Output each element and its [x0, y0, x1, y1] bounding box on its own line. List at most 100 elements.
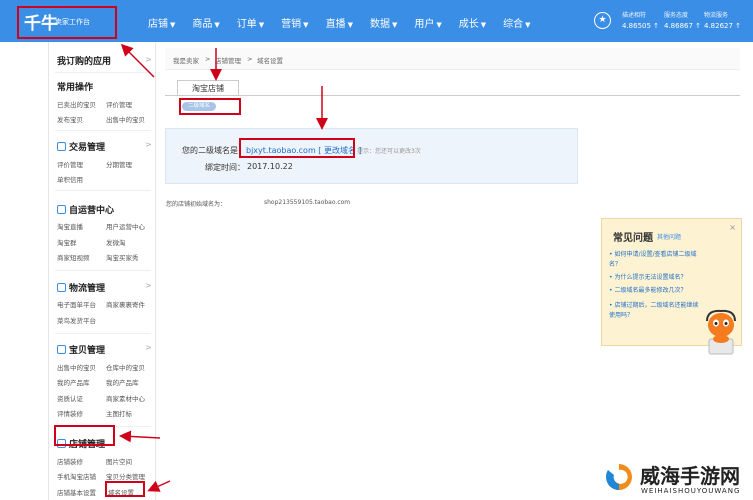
bind-time-value: 2017.10.22 [247, 162, 293, 171]
sidebar-link[interactable]: 主图打标 [106, 408, 132, 418]
sidebar-section-trade[interactable]: 交易管理 [57, 140, 105, 153]
watermark-subtitle: WEIHAISHOUYOUWANG [641, 487, 741, 495]
nav-item-growth[interactable]: 成长 ▼ [459, 15, 486, 30]
breadcrumb-current: 域名设置 [257, 57, 283, 65]
divider [55, 190, 151, 191]
domain-settings-annotation-box [105, 481, 145, 497]
sidebar-link[interactable]: 淘宝买家秀 [106, 252, 139, 262]
nav-item-live[interactable]: 直播 ▼ [326, 15, 353, 30]
chevron-right-icon[interactable]: > [145, 140, 152, 149]
sidebar-link[interactable]: 店铺装修 [57, 456, 83, 466]
chevron-down-icon: ▼ [436, 21, 442, 29]
logistics-icon [57, 283, 66, 292]
trade-icon [57, 142, 66, 151]
subdomain-label: 您的二级域名是： [182, 146, 246, 155]
nav-item-shop[interactable]: 店铺 ▼ [148, 15, 175, 30]
sidebar-link[interactable]: 发微淘 [106, 237, 126, 247]
sidebar-link[interactable]: 店铺基本设置 [57, 487, 96, 497]
subdomain-annotation-box [239, 138, 355, 158]
sidebar-link[interactable]: 分期管理 [106, 159, 132, 169]
shop-rating-icon[interactable]: ★ [594, 12, 611, 29]
rating-logistics: 物流服务 4.82627 ↑ [704, 12, 742, 30]
sidebar-link[interactable]: 我的产品库 [106, 377, 139, 387]
sidebar-link[interactable]: 手机淘宝店铺 [57, 471, 96, 481]
sidebar-section-logistics[interactable]: 物流管理 [57, 281, 105, 294]
sidebar-link[interactable]: 发布宝贝 [57, 114, 83, 124]
sidebar-link[interactable]: 评价管理 [106, 99, 132, 109]
mascot-icon [706, 309, 736, 355]
chevron-down-icon: ▼ [303, 21, 309, 29]
divider [55, 130, 151, 131]
sidebar-link[interactable]: 出售中的宝贝 [106, 114, 145, 124]
watermark-logo-icon [605, 464, 632, 491]
pill-annotation-box [179, 98, 241, 115]
tab-taobao-shop[interactable]: 淘宝店铺 [177, 80, 239, 96]
sidebar-section-items[interactable]: 宝贝管理 [57, 343, 105, 356]
sidebar-title: 我订购的应用 [57, 57, 112, 67]
initial-domain-label: 您的店铺初始域名为： [166, 201, 227, 208]
watermark-title: 威海手游网 [640, 464, 740, 488]
rating-description: 描述相符 4.86505 ↑ [622, 12, 660, 30]
chevron-down-icon: ▼ [258, 21, 265, 29]
faq-question[interactable]: • 二级域名最多能修改几次？ [609, 286, 702, 296]
self-ops-icon [57, 205, 66, 214]
sidebar-link[interactable]: 已卖出的宝贝 [57, 99, 96, 109]
sidebar-link[interactable]: 淘宝群 [57, 237, 77, 247]
initial-domain-value: shop213559105.taobao.com [264, 199, 351, 206]
sidebar-link[interactable]: 评情装修 [57, 408, 83, 418]
shop-mgmt-annotation-box [54, 425, 115, 446]
sidebar-link[interactable]: 菜鸟发货平台 [57, 315, 96, 325]
breadcrumb-shop-mgmt[interactable]: 店铺管理 [215, 55, 241, 65]
chevron-down-icon: ▼ [480, 21, 487, 29]
breadcrumb-sep: > [247, 55, 253, 63]
nav-item-data[interactable]: 数据 ▼ [370, 15, 397, 30]
chevron-right-icon[interactable]: > [145, 281, 152, 290]
sidebar-link[interactable]: 资质认证 [57, 393, 83, 403]
logo-annotation-box [17, 6, 117, 39]
breadcrumb: 我是卖家 > 店铺管理 > 域名设置 [165, 48, 740, 70]
sidebar-link[interactable]: 图片空间 [106, 456, 132, 466]
chevron-down-icon: ▼ [170, 21, 176, 29]
breadcrumb-seller[interactable]: 我是卖家 [173, 55, 199, 65]
sidebar-link[interactable]: 商家短视频 [57, 252, 90, 262]
items-icon [57, 345, 66, 354]
divider [55, 333, 151, 334]
chevron-down-icon: ▼ [214, 21, 220, 29]
sidebar-link[interactable]: 评价管理 [57, 159, 83, 169]
sidebar-link[interactable]: 单积信用 [57, 174, 83, 184]
main-nav: 店铺 ▼ 商品 ▼ 订单 ▼ 营销 ▼ 直播 ▼ 数据 ▼ 用户 ▼ 成长 ▼ 综合 ▼ [148, 15, 548, 30]
chevron-down-icon: ▼ [525, 21, 531, 29]
divider [55, 270, 151, 271]
faq-question[interactable]: • 为什么提示无法设置域名？ [609, 273, 702, 283]
divider [55, 72, 151, 73]
faq-question[interactable]: • 如何申请/设置/查看店铺二级域名？ [609, 250, 702, 270]
chevron-right-icon[interactable]: > [145, 55, 152, 64]
sidebar-link[interactable]: 用户运营中心 [106, 221, 145, 231]
sidebar-link[interactable]: 我的产品库 [57, 377, 90, 387]
sidebar-link[interactable]: 仓库中的宝贝 [106, 362, 145, 372]
nav-item-goods[interactable]: 商品 ▼ [192, 15, 219, 30]
chevron-down-icon: ▼ [347, 21, 353, 29]
common-ops-title: 常用操作 [57, 83, 94, 93]
chevron-right-icon[interactable]: > [145, 343, 152, 352]
rating-service: 服务态度 4.86867 ↑ [664, 12, 702, 30]
faq-more-link[interactable]: 其他问题 [657, 232, 681, 241]
sidebar-link[interactable]: 出售中的宝贝 [57, 362, 96, 372]
faq-question[interactable]: • 店铺过期后，二级域名还能继续使用吗？ [609, 301, 702, 321]
sidebar-section-self-ops[interactable]: 自运营中心 [57, 203, 114, 216]
nav-item-marketing[interactable]: 营销 ▼ [281, 15, 308, 30]
bind-time-label: 绑定时间： [205, 163, 245, 172]
close-icon[interactable]: × [729, 223, 736, 232]
sidebar-link[interactable]: 淘宝直播 [57, 221, 83, 231]
nav-item-users[interactable]: 用户 ▼ [414, 15, 441, 30]
sidebar-link[interactable]: 商家裹裹寄件 [106, 299, 145, 309]
sidebar-link[interactable]: 电子面单平台 [57, 299, 96, 309]
nav-item-general[interactable]: 综合 ▼ [503, 15, 530, 30]
faq-title: 常见问题 [613, 233, 653, 244]
sidebar-link[interactable]: 宝贝分类管理 [106, 471, 145, 481]
sidebar-link[interactable]: 商家素材中心 [106, 393, 145, 403]
breadcrumb-sep: > [205, 55, 211, 63]
tab-divider [165, 95, 740, 96]
nav-item-orders[interactable]: 订单 ▼ [237, 15, 264, 30]
chevron-down-icon: ▼ [391, 21, 398, 29]
